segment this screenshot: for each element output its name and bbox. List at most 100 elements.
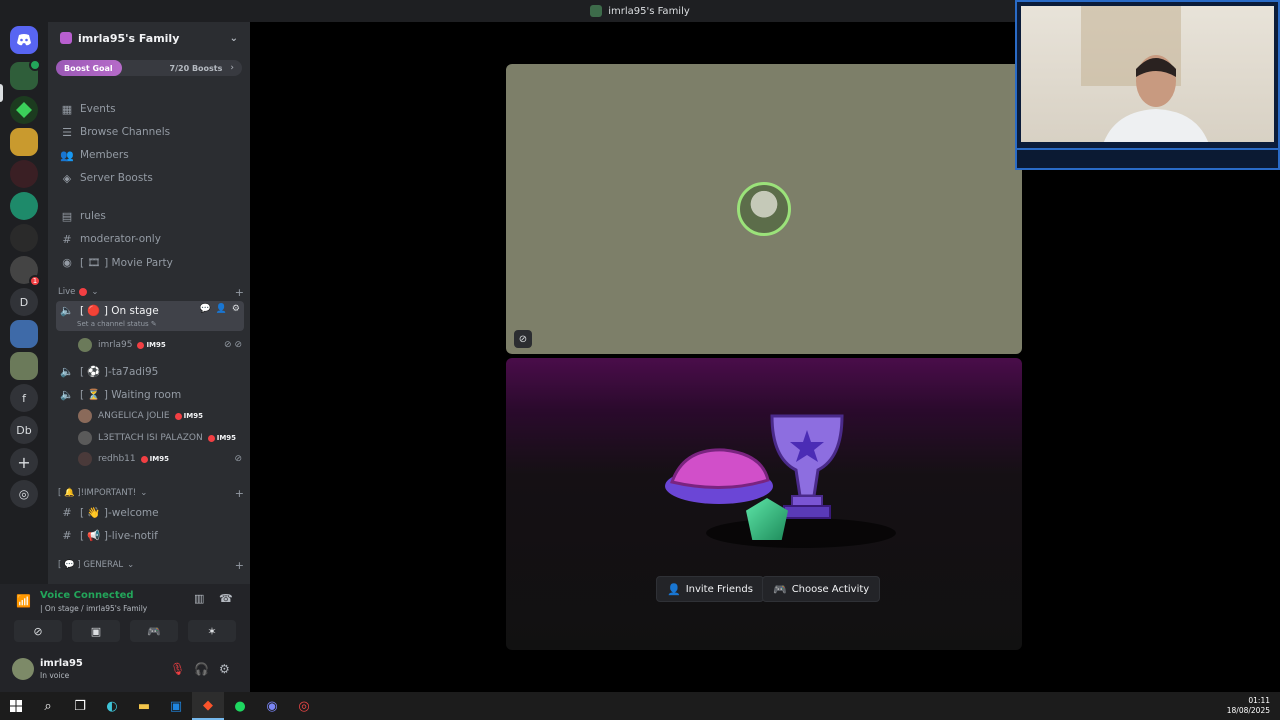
voice-connected-panel: 📶 Voice Connected | On stage / imrla95's… <box>0 584 250 650</box>
brave-icon[interactable]: ◆ <box>192 692 224 720</box>
invite-friends-button[interactable]: 👤 Invite Friends <box>656 576 764 602</box>
server-icon-7[interactable]: 1 <box>10 256 41 287</box>
user-name[interactable]: imrla95 <box>40 658 83 669</box>
choose-activity-button[interactable]: 🎮 Choose Activity <box>762 576 881 602</box>
mic-muted-icon: ⊘ <box>514 330 532 348</box>
nav-members[interactable]: 👥 Members <box>56 145 244 165</box>
server-icon-5[interactable] <box>10 192 38 220</box>
outlook-icon[interactable]: ▣ <box>160 692 192 720</box>
discord-home-icon[interactable] <box>10 26 38 54</box>
chat-icon[interactable]: 💬 <box>199 304 210 314</box>
server-letter-f[interactable]: f <box>10 384 38 412</box>
server-icon-6[interactable] <box>10 224 38 252</box>
spotify-icon[interactable]: ● <box>224 692 256 720</box>
add-channel-icon[interactable]: + <box>235 559 244 572</box>
boost-goal-label: Boost Goal <box>56 60 122 76</box>
speaker-icon: 🔈 <box>60 387 74 401</box>
channel-waiting-room[interactable]: 🔈[ ⏳ ] Waiting room <box>56 384 244 404</box>
boost-goal-bar[interactable]: Boost Goal 7/20 Boosts › <box>56 60 242 76</box>
chevron-down-icon: ⌄ <box>91 287 99 297</box>
webcam-feed <box>1021 6 1274 142</box>
chevron-down-icon: ⌄ <box>127 560 135 570</box>
voice-connected-subtitle[interactable]: | On stage / imrla95's Family <box>40 604 147 613</box>
category-general[interactable]: [ 💬 ] GENERAL ⌄ + <box>56 558 244 572</box>
server-icon-4[interactable] <box>10 160 38 188</box>
task-view-icon[interactable]: ❐ <box>64 692 96 720</box>
gamepad-icon: 🎮 <box>773 582 787 596</box>
headset-deafened-icon[interactable]: 🎧 <box>194 662 209 676</box>
live-dot-icon <box>79 288 88 296</box>
gear-icon[interactable]: ⚙ <box>232 304 240 314</box>
muted-icons: ⊘ ⊘ <box>224 340 242 350</box>
rules-icon: ▤ <box>61 209 73 223</box>
add-channel-icon[interactable]: + <box>235 286 244 299</box>
voice-user-2[interactable]: L3ETTACH ISI PALAZON IM95 <box>78 430 242 446</box>
server-icon-8[interactable] <box>10 320 38 348</box>
channel-live-notif[interactable]: #[ 📢 ]-live-notif <box>56 525 244 545</box>
role-tag: IM95 <box>137 341 166 349</box>
nav-events[interactable]: ▦ Events <box>56 99 244 119</box>
avatar <box>78 338 92 352</box>
nav-server-boosts[interactable]: ◈ Server Boosts <box>56 168 244 188</box>
server-header[interactable]: imrla95's Family ⌄ <box>48 22 250 54</box>
pencil-icon: ✎ <box>150 320 157 328</box>
activity-button[interactable]: 🎮 <box>130 620 178 642</box>
system-clock[interactable]: 01:11 18/08/2025 <box>1227 696 1270 716</box>
server-icon-3[interactable] <box>10 128 38 156</box>
hash-icon: # <box>62 232 72 246</box>
calendar-icon: ▦ <box>61 102 73 116</box>
speaker-icon: 🔈 <box>60 304 74 317</box>
server-icon-2[interactable] <box>10 96 38 124</box>
channel-ta7adi95[interactable]: 🔈[ ⚽ ]-ta7adi95 <box>56 361 244 381</box>
windows-start-icon[interactable] <box>0 692 32 720</box>
hash-icon: # <box>62 505 72 519</box>
edge-icon[interactable]: ◐ <box>96 692 128 720</box>
voice-user-1[interactable]: ANGELICA JOLIE IM95 <box>78 408 242 424</box>
camera-off-button[interactable]: ⊘ <box>14 620 62 642</box>
discord-icon[interactable]: ◉ <box>256 692 288 720</box>
channel-moderator-only[interactable]: # moderator-only <box>56 229 244 249</box>
user-panel: imrla95 In voice 🎙 🎧 ⚙ <box>0 650 250 692</box>
file-explorer-icon[interactable]: ▬ <box>128 692 160 720</box>
channel-status-hint[interactable]: Set a channel status ✎ <box>77 320 157 328</box>
gear-icon[interactable]: ⚙ <box>219 662 230 676</box>
role-tag: IM95 <box>207 434 236 442</box>
noise-suppression-icon[interactable]: ▥ <box>194 592 204 605</box>
channel-rules[interactable]: ▤ rules <box>56 206 244 226</box>
chevron-right-icon: › <box>230 63 234 73</box>
server-icon-9[interactable] <box>10 352 38 380</box>
voice-user-3[interactable]: redhb11 IM95 ⊘ <box>78 451 242 467</box>
server-letter-d[interactable]: D <box>10 288 38 316</box>
channel-welcome[interactable]: #[ 👋 ]-welcome <box>56 502 244 522</box>
signal-icon[interactable]: 📶 <box>16 594 31 608</box>
add-server-icon[interactable]: + <box>10 448 38 476</box>
soundboard-button[interactable]: ✶ <box>188 620 236 642</box>
search-icon[interactable]: ⌕ <box>32 692 64 720</box>
gamepad-icon: 🎮 <box>147 624 161 638</box>
person-silhouette <box>1103 55 1209 142</box>
server-icon-1[interactable] <box>10 59 41 90</box>
channel-movie-party[interactable]: ◉[ 🎞 ] Movie Party <box>56 252 244 272</box>
selected-pill <box>0 84 3 102</box>
server-letter-db[interactable]: Db <box>10 416 38 444</box>
add-channel-icon[interactable]: + <box>235 487 244 500</box>
nav-browse-channels[interactable]: ☰ Browse Channels <box>56 122 244 142</box>
members-icon: 👥 <box>60 148 74 162</box>
mic-muted-icon[interactable]: 🎙 <box>170 662 185 676</box>
windows-taskbar: ⌕ ❐ ◐ ▬ ▣ ◆ ● ◉ ◎ 01:11 18/08/2025 <box>0 692 1280 720</box>
explore-compass-icon[interactable]: ◎ <box>10 480 38 508</box>
avatar[interactable] <box>12 658 34 680</box>
obs-icon[interactable]: ◎ <box>288 692 320 720</box>
screen-share-button[interactable]: ▣ <box>72 620 120 642</box>
category-live[interactable]: Live ⌄ + <box>56 285 244 299</box>
voice-user-imrla95[interactable]: imrla95 IM95 ⊘ ⊘ <box>78 337 242 353</box>
user-status: In voice <box>40 671 70 680</box>
role-tag: IM95 <box>174 412 203 420</box>
voice-connected-title[interactable]: Voice Connected <box>40 590 134 601</box>
server-name: imrla95's Family <box>78 31 180 45</box>
category-important[interactable]: [ 🔔 ]!IMPORTANT! ⌄ + <box>56 486 244 500</box>
invite-icon[interactable]: 👤 <box>216 304 227 314</box>
stage-speaker-tile[interactable]: ⊘ <box>506 64 1022 354</box>
boost-icon: ◈ <box>62 171 72 185</box>
disconnect-icon[interactable]: ☎ <box>219 592 233 605</box>
